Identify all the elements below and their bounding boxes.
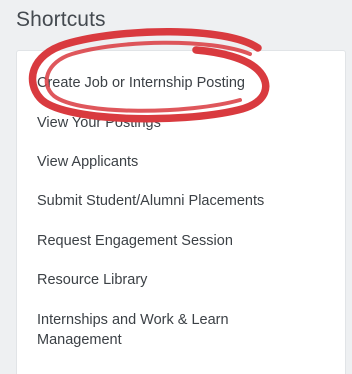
shortcut-internships-management-link[interactable]: Internships and Work & Learn Management	[37, 310, 287, 350]
shortcut-view-postings-link[interactable]: View Your Postings	[37, 113, 161, 133]
shortcut-request-engagement-link[interactable]: Request Engagement Session	[37, 231, 233, 251]
shortcut-resource-library-link[interactable]: Resource Library	[37, 270, 147, 290]
shortcut-create-posting-link[interactable]: Create Job or Internship Posting	[37, 73, 245, 93]
shortcut-submit-placements-link[interactable]: Submit Student/Alumni Placements	[37, 191, 264, 211]
shortcut-view-applicants-link[interactable]: View Applicants	[37, 152, 138, 172]
shortcuts-panel: Shortcuts Create Job or Internship Posti…	[0, 0, 352, 374]
shortcuts-title: Shortcuts	[16, 8, 106, 31]
